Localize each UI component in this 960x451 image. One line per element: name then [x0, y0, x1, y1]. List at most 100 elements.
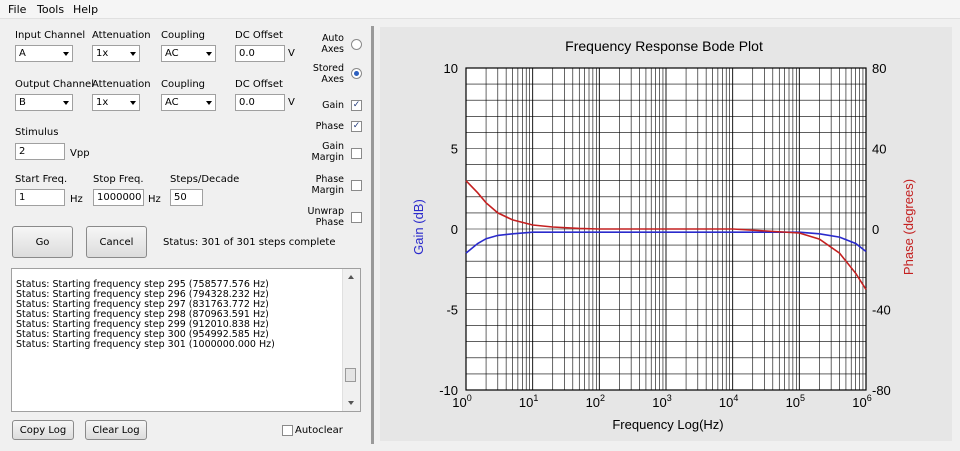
input-coupling-select[interactable]: AC — [161, 45, 216, 62]
gain-checkbox[interactable]: ✓ — [351, 100, 362, 111]
cancel-button[interactable]: Cancel — [86, 226, 147, 258]
input-dc-offset-field[interactable]: 0.0 — [235, 45, 285, 62]
stop-freq-field[interactable]: 1000000 — [93, 189, 144, 206]
x-tick-exponent: 6 — [867, 393, 872, 403]
y2-tick-label: -40 — [872, 303, 891, 318]
autoclear-checkbox[interactable] — [282, 425, 293, 436]
input-attenuation-select[interactable]: 1x — [92, 45, 140, 62]
output-dc-unit: V — [288, 97, 295, 108]
y-tick-label: -5 — [446, 303, 458, 318]
chevron-down-icon — [130, 101, 136, 105]
bode-plot-chart: Frequency Response Bode Plot Frequency L… — [411, 38, 916, 432]
start-freq-unit: Hz — [70, 194, 83, 205]
y-tick-label: 10 — [444, 61, 458, 76]
go-button[interactable]: Go — [12, 226, 73, 258]
menu-tools[interactable]: Tools — [37, 3, 64, 16]
chevron-down-icon — [206, 52, 212, 56]
gain-label: Gain — [322, 100, 344, 111]
x-tick-label: 103 — [652, 393, 671, 410]
unwrap-phase-checkbox[interactable] — [351, 212, 362, 223]
stored-axes-radio[interactable] — [351, 68, 362, 79]
y-tick-label: 5 — [451, 142, 458, 157]
unwrap-phase-label: Unwrap Phase — [307, 206, 344, 228]
gain-margin-checkbox[interactable] — [351, 148, 362, 159]
y2-axis-label: Phase (degrees) — [901, 179, 916, 275]
x-tick-label: 104 — [719, 393, 738, 410]
input-attenuation-value: 1x — [96, 48, 109, 59]
stop-freq-label: Stop Freq. — [93, 174, 144, 185]
copy-log-button[interactable]: Copy Log — [12, 420, 74, 440]
stimulus-unit: Vpp — [70, 148, 90, 159]
input-dc-offset-label: DC Offset — [235, 30, 283, 41]
autoclear-label: Autoclear — [295, 425, 343, 436]
x-tick-exponent: 0 — [467, 393, 472, 403]
y2-tick-label: 80 — [872, 61, 886, 76]
menu-file[interactable]: File — [8, 3, 26, 16]
scroll-up-icon[interactable] — [348, 275, 354, 279]
menu-help[interactable]: Help — [73, 3, 98, 16]
log-box[interactable]: Status: Starting frequency step 295 (758… — [11, 268, 361, 412]
plot-panel: Frequency Response Bode Plot Frequency L… — [380, 27, 952, 441]
log-scroll-thumb[interactable] — [345, 368, 356, 382]
phase-margin-label: Phase Margin — [311, 174, 344, 196]
x-tick-label: 106 — [852, 393, 871, 410]
steps-per-decade-label: Steps/Decade — [170, 174, 240, 185]
chevron-down-icon — [63, 52, 69, 56]
output-attenuation-select[interactable]: 1x — [92, 94, 140, 111]
stop-freq-unit: Hz — [148, 194, 161, 205]
output-coupling-value: AC — [165, 97, 179, 108]
x-tick-exponent: 5 — [800, 393, 805, 403]
start-freq-label: Start Freq. — [15, 174, 68, 185]
output-coupling-select[interactable]: AC — [161, 94, 216, 111]
phase-label: Phase — [315, 121, 344, 132]
chevron-down-icon — [206, 101, 212, 105]
input-dc-unit: V — [288, 48, 295, 59]
y-tick-label: 0 — [451, 222, 458, 237]
start-freq-field[interactable]: 1 — [15, 189, 65, 206]
panel-divider[interactable] — [371, 26, 374, 444]
stored-axes-label: Stored Axes — [312, 63, 344, 85]
input-coupling-value: AC — [165, 48, 179, 59]
x-tick-label: 101 — [519, 393, 538, 410]
x-tick-exponent: 4 — [733, 393, 738, 403]
stimulus-label: Stimulus — [15, 127, 59, 138]
x-axis-label: Frequency Log(Hz) — [612, 417, 723, 432]
log-line: Status: Starting frequency step 301 (100… — [16, 339, 275, 350]
input-channel-select[interactable]: A — [15, 45, 73, 62]
output-channel-value: B — [19, 97, 26, 108]
output-channel-select[interactable]: B — [15, 94, 73, 111]
gain-margin-label: Gain Margin — [311, 141, 344, 163]
status-text: Status: 301 of 301 steps complete — [163, 237, 336, 248]
phase-margin-checkbox[interactable] — [351, 180, 362, 191]
y2-tick-label: -80 — [872, 383, 891, 398]
chevron-down-icon — [63, 101, 69, 105]
log-scrollbar[interactable] — [342, 269, 360, 411]
x-tick-label: 105 — [786, 393, 805, 410]
input-channel-label: Input Channel — [15, 30, 86, 41]
output-attenuation-label: Attenuation — [92, 79, 151, 90]
input-attenuation-label: Attenuation — [92, 30, 151, 41]
output-dc-offset-label: DC Offset — [235, 79, 283, 90]
x-tick-exponent: 1 — [533, 393, 538, 403]
x-tick-exponent: 3 — [667, 393, 672, 403]
x-tick-label: 102 — [586, 393, 605, 410]
x-tick-exponent: 2 — [600, 393, 605, 403]
scroll-down-icon[interactable] — [348, 401, 354, 405]
chevron-down-icon — [130, 52, 136, 56]
output-attenuation-value: 1x — [96, 97, 109, 108]
stimulus-field[interactable]: 2 — [15, 143, 65, 160]
auto-axes-label: Auto Axes — [321, 33, 344, 55]
menu-bar: File Tools Help — [0, 0, 960, 19]
chart-title: Frequency Response Bode Plot — [565, 38, 763, 54]
auto-axes-radio[interactable] — [351, 39, 362, 50]
y-tick-label: -10 — [439, 383, 458, 398]
steps-per-decade-field[interactable]: 50 — [170, 189, 203, 206]
output-channel-label: Output Channel — [15, 79, 94, 90]
input-coupling-label: Coupling — [161, 30, 206, 41]
output-dc-offset-field[interactable]: 0.0 — [235, 94, 285, 111]
input-channel-value: A — [19, 48, 26, 59]
clear-log-button[interactable]: Clear Log — [85, 420, 147, 440]
output-coupling-label: Coupling — [161, 79, 206, 90]
y2-tick-label: 40 — [872, 142, 886, 157]
phase-checkbox[interactable]: ✓ — [351, 121, 362, 132]
